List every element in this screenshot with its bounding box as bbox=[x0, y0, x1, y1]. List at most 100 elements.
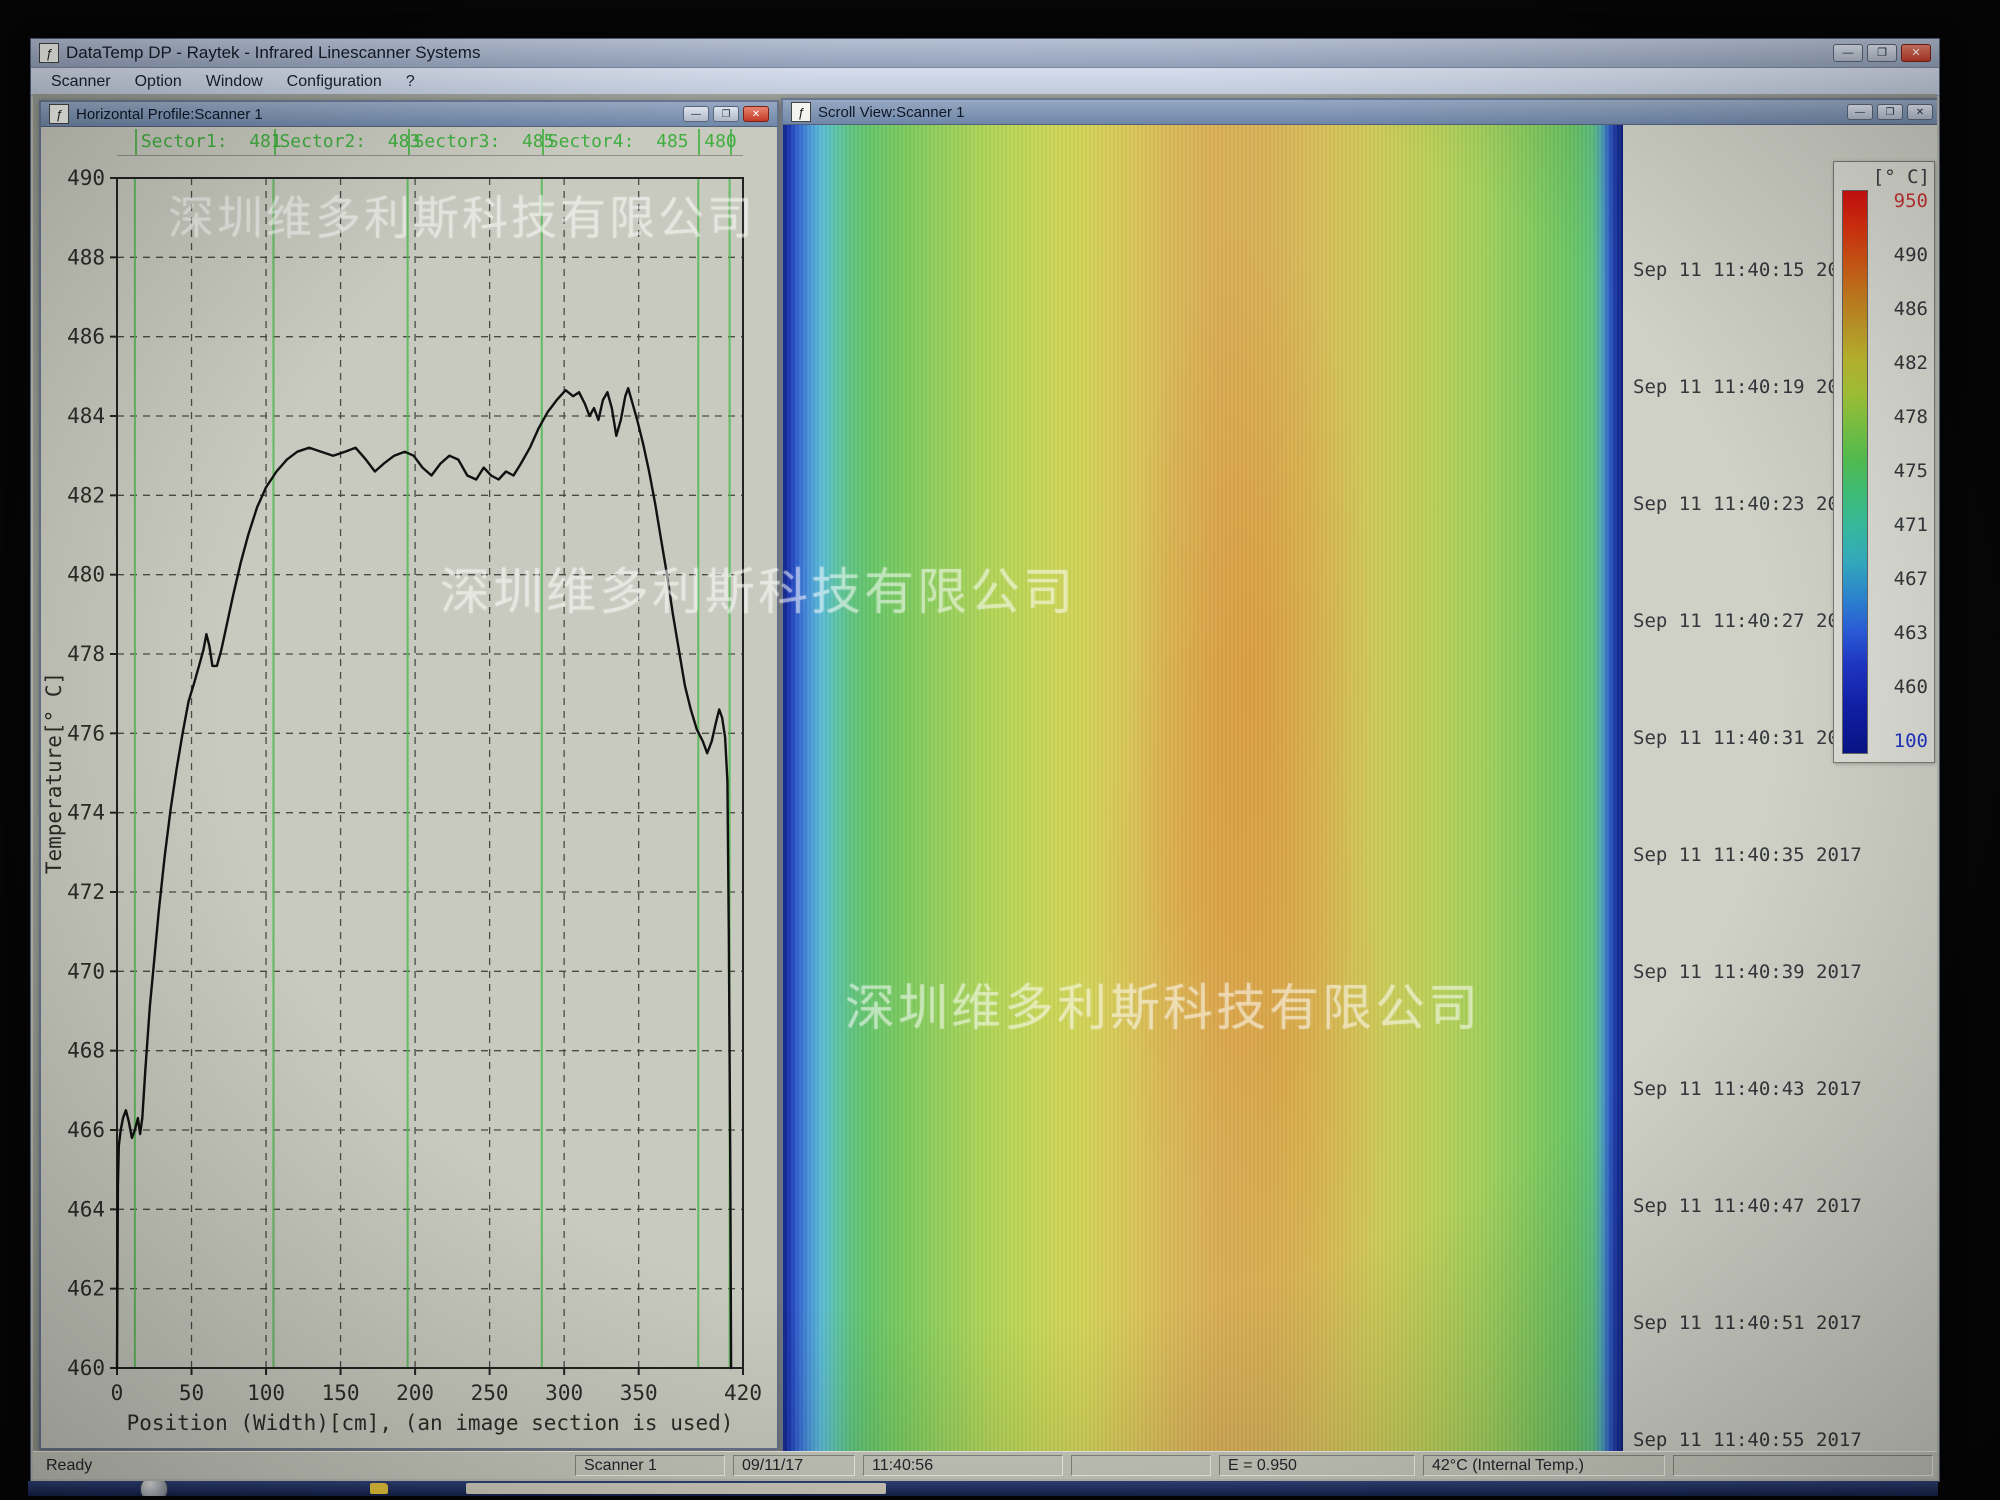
svg-text:466: 466 bbox=[67, 1118, 105, 1142]
profile-window-title: Horizontal Profile:Scanner 1 bbox=[76, 106, 263, 123]
svg-text:468: 468 bbox=[67, 1039, 105, 1063]
close-button[interactable]: ✕ bbox=[1901, 44, 1931, 62]
svg-text:470: 470 bbox=[67, 959, 105, 983]
profile-titlebar[interactable]: ƒ Horizontal Profile:Scanner 1 — ❐ ✕ bbox=[41, 102, 777, 127]
legend-tick-label: 467 bbox=[1874, 568, 1928, 590]
status-date: 09/11/17 bbox=[733, 1455, 855, 1476]
scan-timestamp: Sep 11 11:40:47 2017 bbox=[1633, 1195, 1862, 1217]
monitor-photo: ƒ DataTemp DP - Raytek - Infrared Linesc… bbox=[0, 0, 2000, 1500]
start-button[interactable] bbox=[140, 1481, 168, 1496]
svg-text:460: 460 bbox=[67, 1356, 105, 1380]
status-grip-panel bbox=[1673, 1455, 1933, 1476]
menu-item-scanner[interactable]: Scanner bbox=[41, 71, 121, 93]
menu-item-option[interactable]: Option bbox=[125, 71, 192, 93]
scan-timestamp: Sep 11 11:40:55 2017 bbox=[1633, 1429, 1862, 1451]
menu-item-configuration[interactable]: Configuration bbox=[277, 71, 392, 93]
sector-label-3: Sector3: 485 bbox=[414, 131, 555, 152]
legend-tick-label: 486 bbox=[1874, 298, 1928, 320]
svg-text:474: 474 bbox=[67, 801, 105, 825]
svg-text:486: 486 bbox=[67, 325, 105, 349]
minimize-button[interactable]: — bbox=[1833, 44, 1863, 62]
status-empty-panel bbox=[1071, 1455, 1211, 1476]
sector-label-2: Sector2: 483 bbox=[279, 131, 420, 152]
temperature-profile-chart: 4604624644664684704724744764784804824844… bbox=[41, 156, 771, 1448]
svg-text:478: 478 bbox=[67, 642, 105, 666]
app-icon: ƒ bbox=[39, 43, 59, 63]
svg-text:200: 200 bbox=[396, 1381, 434, 1405]
sector-boundary-tick bbox=[698, 129, 700, 155]
legend-tick-label: 478 bbox=[1874, 406, 1928, 428]
legend-unit-label: [° C] bbox=[1842, 166, 1930, 190]
svg-text:0: 0 bbox=[111, 1381, 124, 1405]
svg-text:Position (Width)[cm], (an imag: Position (Width)[cm], (an image section … bbox=[127, 1411, 734, 1435]
folder-icon[interactable] bbox=[370, 1483, 388, 1494]
scan-timestamp: Sep 11 11:40:31 201 bbox=[1633, 727, 1850, 749]
sector-boundary-tick bbox=[135, 129, 137, 155]
scroll-restore-button[interactable]: ❐ bbox=[1877, 104, 1903, 120]
svg-text:300: 300 bbox=[545, 1381, 583, 1405]
menu-item-window[interactable]: Window bbox=[196, 71, 273, 93]
scan-timestamp: Sep 11 11:40:15 201 bbox=[1633, 259, 1850, 281]
legend-tick-label: 490 bbox=[1874, 244, 1928, 266]
svg-text:480: 480 bbox=[67, 563, 105, 587]
profile-close-button[interactable]: ✕ bbox=[743, 106, 769, 122]
status-emissivity: E = 0.950 bbox=[1219, 1455, 1415, 1476]
scan-timestamp: Sep 11 11:40:43 2017 bbox=[1633, 1078, 1862, 1100]
status-internal-temp: 42°C (Internal Temp.) bbox=[1423, 1455, 1665, 1476]
menu-item-[interactable]: ? bbox=[396, 71, 425, 93]
profile-minimize-button[interactable]: — bbox=[683, 106, 709, 122]
scan-timestamp: Sep 11 11:40:39 2017 bbox=[1633, 961, 1862, 983]
legend-tick-label: 100 bbox=[1874, 730, 1928, 752]
thermal-scan-image bbox=[783, 125, 1623, 1451]
svg-text:464: 464 bbox=[67, 1197, 105, 1221]
status-scanner: Scanner 1 bbox=[575, 1455, 725, 1476]
status-time: 11:40:56 bbox=[863, 1455, 1063, 1476]
scroll-close-button[interactable]: ✕ bbox=[1907, 104, 1933, 120]
scroll-window: ƒ Scroll View:Scanner 1 — ❐ ✕ Sep 11 11:… bbox=[781, 98, 1937, 1451]
scroll-minimize-button[interactable]: — bbox=[1847, 104, 1873, 120]
scan-timestamp: Sep 11 11:40:19 201 bbox=[1633, 376, 1850, 398]
main-titlebar[interactable]: ƒ DataTemp DP - Raytek - Infrared Linesc… bbox=[31, 39, 1939, 68]
scan-timestamp: Sep 11 11:40:27 201 bbox=[1633, 610, 1850, 632]
legend-tick-label: 463 bbox=[1874, 622, 1928, 644]
svg-text:490: 490 bbox=[67, 166, 105, 190]
svg-text:420: 420 bbox=[724, 1381, 762, 1405]
svg-text:472: 472 bbox=[67, 880, 105, 904]
taskbar-app-button[interactable] bbox=[466, 1483, 886, 1494]
scan-timestamp: Sep 11 11:40:35 2017 bbox=[1633, 844, 1862, 866]
svg-text:150: 150 bbox=[322, 1381, 360, 1405]
color-scale-labels: 950490486482478475471467463460100 bbox=[1874, 190, 1930, 752]
legend-tick-label: 471 bbox=[1874, 514, 1928, 536]
svg-text:462: 462 bbox=[67, 1277, 105, 1301]
svg-text:250: 250 bbox=[471, 1381, 509, 1405]
sector-extra-value: 480 bbox=[704, 131, 737, 152]
svg-text:488: 488 bbox=[67, 245, 105, 269]
profile-window: ƒ Horizontal Profile:Scanner 1 — ❐ ✕ Sec… bbox=[39, 100, 779, 1450]
svg-text:100: 100 bbox=[247, 1381, 285, 1405]
legend-tick-label: 475 bbox=[1874, 460, 1928, 482]
restore-button[interactable]: ❐ bbox=[1867, 44, 1897, 62]
taskbar bbox=[28, 1481, 1938, 1496]
color-scale-bar bbox=[1842, 190, 1868, 754]
legend-tick-label: 460 bbox=[1874, 676, 1928, 698]
scroll-titlebar[interactable]: ƒ Scroll View:Scanner 1 — ❐ ✕ bbox=[783, 100, 1937, 125]
profile-restore-button[interactable]: ❐ bbox=[713, 106, 739, 122]
scan-timestamp: Sep 11 11:40:51 2017 bbox=[1633, 1312, 1862, 1334]
color-scale-legend: [° C] 950490486482478475471467463460100 bbox=[1833, 161, 1935, 763]
sector-label-4: Sector4: 485 bbox=[548, 131, 689, 152]
menu-bar: ScannerOptionWindowConfiguration? bbox=[31, 68, 1939, 96]
scroll-window-title: Scroll View:Scanner 1 bbox=[818, 104, 964, 121]
svg-text:476: 476 bbox=[67, 721, 105, 745]
status-ready: Ready bbox=[37, 1455, 567, 1476]
legend-tick-label: 950 bbox=[1874, 190, 1928, 212]
scan-timestamp: Sep 11 11:40:23 201 bbox=[1633, 493, 1850, 515]
svg-text:50: 50 bbox=[179, 1381, 204, 1405]
scroll-window-icon: ƒ bbox=[791, 102, 811, 122]
workspace: ƒ Horizontal Profile:Scanner 1 — ❐ ✕ Sec… bbox=[33, 94, 1937, 1451]
main-window-title: DataTemp DP - Raytek - Infrared Linescan… bbox=[66, 43, 480, 63]
status-bar: Ready Scanner 1 09/11/17 11:40:56 E = 0.… bbox=[33, 1451, 1937, 1479]
sector-header: Sector1: 481Sector2: 483Sector3: 485Sect… bbox=[117, 127, 743, 156]
svg-text:350: 350 bbox=[620, 1381, 658, 1405]
sector-label-1: Sector1: 481 bbox=[141, 131, 282, 152]
app-window: ƒ DataTemp DP - Raytek - Infrared Linesc… bbox=[30, 38, 1940, 1482]
